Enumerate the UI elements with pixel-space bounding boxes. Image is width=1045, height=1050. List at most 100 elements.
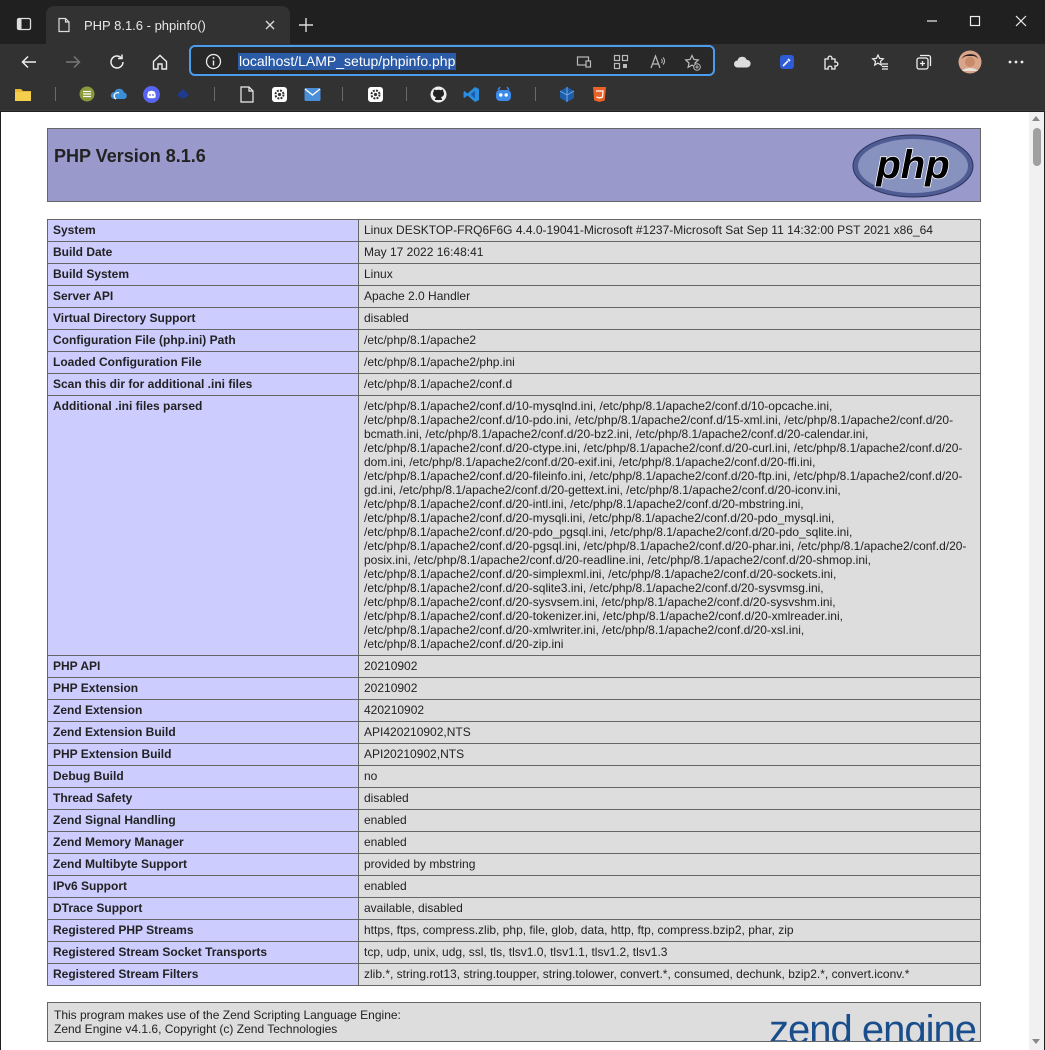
page-title: PHP Version 8.1.6	[54, 146, 206, 166]
app-available-icon[interactable]	[575, 53, 593, 71]
home-button[interactable]	[145, 47, 175, 77]
ini-file-line: /etc/php/8.1/apache2/conf.d/20-pdo_pgsql…	[364, 525, 853, 539]
scrollbar-thumb[interactable]	[1033, 128, 1041, 166]
favorite-settings-1[interactable]	[270, 85, 288, 103]
profile-button[interactable]	[957, 49, 983, 75]
color-picker-extension-button[interactable]	[774, 49, 800, 75]
row-label: Zend Extension	[47, 699, 359, 722]
row-label: Build System	[47, 263, 359, 286]
ini-file-line: /etc/php/8.1/apache2/conf.d/20-sqlite3.i…	[364, 581, 824, 595]
favorite-cube[interactable]	[558, 85, 576, 103]
close-window-button[interactable]	[1006, 8, 1036, 34]
favorites-separator	[342, 87, 343, 101]
ini-files-value: /etc/php/8.1/apache2/conf.d/10-mysqlnd.i…	[358, 395, 981, 656]
settings-more-button[interactable]	[1003, 49, 1029, 75]
favorites-separator	[535, 87, 536, 101]
row-value: /etc/php/8.1/apache2	[358, 329, 981, 352]
favorites-button[interactable]	[867, 49, 893, 75]
row-value: disabled	[358, 787, 981, 810]
favorite-settings-2[interactable]	[366, 85, 384, 103]
favorite-page[interactable]	[238, 85, 256, 103]
url-text[interactable]: localhost/LAMP_setup/phpinfo.php	[238, 53, 457, 70]
row-label: Registered Stream Socket Transports	[47, 941, 359, 964]
favorites-separator	[214, 87, 215, 101]
add-favorite-icon[interactable]	[683, 53, 701, 71]
table-row: Additional .ini files parsed /etc/php/8.…	[47, 395, 981, 656]
scroll-up-icon[interactable]	[1032, 116, 1040, 121]
php-logo[interactable]: php	[852, 134, 974, 198]
ini-file-line: posix.ini, /etc/php/8.1/apache2/conf.d/2…	[364, 553, 871, 567]
favorite-vscode[interactable]	[462, 85, 480, 103]
qr-code-icon[interactable]	[612, 53, 630, 71]
favorite-github[interactable]	[429, 85, 447, 103]
row-value: enabled	[358, 809, 981, 832]
favorite-discord[interactable]	[142, 85, 160, 103]
row-label: Debug Build	[47, 765, 359, 788]
favorite-bookmark-2[interactable]	[110, 85, 128, 103]
row-value: Linux	[358, 263, 981, 286]
table-row: Zend Multibyte Support provided by mbstri…	[47, 853, 981, 876]
extensions-button[interactable]	[818, 49, 844, 75]
cloud-extension-button[interactable]	[729, 49, 755, 75]
close-tab-icon[interactable]	[260, 15, 280, 35]
favorite-html5[interactable]	[590, 85, 608, 103]
ini-file-line: /etc/php/8.1/apache2/conf.d/20-fileinfo.…	[364, 469, 963, 483]
table-row: PHP API 20210902	[47, 655, 981, 678]
favorite-bookmark-1[interactable]	[78, 85, 96, 103]
favorite-mail[interactable]	[303, 85, 321, 103]
favorites-bar	[0, 80, 1045, 111]
row-label: Build Date	[47, 241, 359, 264]
row-label: IPv6 Support	[47, 875, 359, 898]
tab-actions-icon	[16, 17, 32, 31]
page-scrollbar[interactable]	[1029, 112, 1044, 1050]
row-label: Zend Multibyte Support	[47, 853, 359, 876]
more-dots-icon	[1008, 60, 1024, 64]
cloud-blue-icon	[110, 88, 127, 100]
plus-icon	[299, 18, 313, 32]
zend-engine-logo[interactable]: zend engine	[769, 1008, 977, 1041]
tab-actions-button[interactable]	[10, 10, 38, 38]
maximize-icon	[969, 15, 981, 27]
close-icon	[1015, 15, 1027, 27]
minimize-button[interactable]	[917, 8, 947, 34]
table-row: Virtual Directory Support disabled	[47, 307, 981, 330]
row-label: PHP Extension Build	[47, 743, 359, 766]
address-bar[interactable]: localhost/LAMP_setup/phpinfo.php	[189, 45, 715, 76]
ini-file-line: /etc/php/8.1/apache2/conf.d/20-zip.ini	[364, 637, 564, 651]
row-label: Registered PHP Streams	[47, 919, 359, 942]
bird-icon	[177, 89, 189, 99]
forward-button[interactable]	[58, 47, 88, 77]
ini-file-line: /etc/php/8.1/apache2/conf.d/20-pgsql.ini…	[364, 539, 967, 553]
back-button[interactable]	[14, 47, 44, 77]
site-info-icon[interactable]	[205, 53, 222, 75]
tab-phpinfo[interactable]: PHP 8.1.6 - phpinfo()	[46, 6, 290, 44]
tab-title: PHP 8.1.6 - phpinfo()	[84, 17, 206, 33]
ini-file-line: /etc/php/8.1/apache2/conf.d/20-simplexml…	[364, 567, 837, 581]
collections-button[interactable]	[911, 49, 937, 75]
zend-footer-line-1: This program makes use of the Zend Scrip…	[54, 1008, 401, 1022]
robot-icon	[495, 86, 511, 101]
ini-file-line: /etc/php/8.1/apache2/conf.d/20-ctype.ini…	[364, 441, 963, 455]
ini-file-line: /etc/php/8.1/apache2/conf.d/20-mysqli.in…	[364, 511, 835, 525]
home-icon	[152, 54, 168, 70]
document-icon	[240, 85, 254, 103]
row-value: zlib.*, string.rot13, string.toupper, st…	[358, 963, 981, 986]
maximize-button[interactable]	[960, 8, 990, 34]
favorites-folder[interactable]	[14, 85, 32, 103]
row-label: Loaded Configuration File	[47, 351, 359, 374]
row-label: Zend Memory Manager	[47, 831, 359, 854]
favorites-separator	[55, 87, 56, 101]
row-label: Registered Stream Filters	[47, 963, 359, 986]
ini-file-line: gd.ini, /etc/php/8.1/apache2/conf.d/20-g…	[364, 483, 841, 497]
favorite-copilot[interactable]	[494, 85, 512, 103]
refresh-button[interactable]	[102, 47, 132, 77]
refresh-icon	[110, 54, 124, 69]
puzzle-icon	[824, 55, 839, 70]
row-value: available, disabled	[358, 897, 981, 920]
favorite-bookmark-4[interactable]	[174, 85, 192, 103]
scroll-down-icon[interactable]	[1032, 1039, 1040, 1044]
new-tab-button[interactable]	[293, 12, 319, 38]
read-aloud-icon[interactable]	[648, 53, 666, 71]
cloud-icon	[734, 56, 751, 68]
row-value: Apache 2.0 Handler	[358, 285, 981, 308]
